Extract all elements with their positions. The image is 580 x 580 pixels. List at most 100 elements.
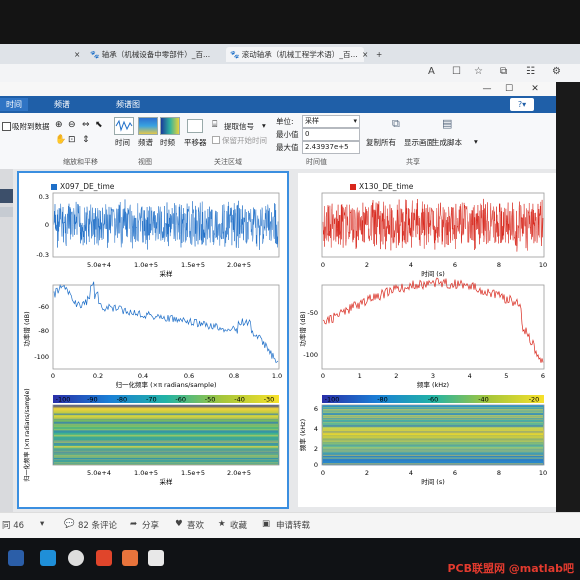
article-action-bar: 同 46 ▾ 💬 82 条评论 ➦ 分享 ♥ 喜欢 ★ 收藏 ▣ 申请转载 [0, 512, 580, 539]
tab-time[interactable]: 时间 [0, 98, 28, 111]
right-spectrogram-xticks: 0 2 4 6 8 10 [321, 469, 547, 477]
right-spectrogram-texture [323, 406, 543, 466]
script-icon[interactable]: ▤ [442, 117, 452, 130]
browser-tab-rolling-bearing[interactable]: 🐾 滚动轴承（机械工程学术语）_百... [226, 47, 364, 62]
max-value-field[interactable]: 2.43937e+5 [302, 141, 360, 154]
spectrogram-band [323, 411, 543, 414]
copy-all-button[interactable]: 复制所有 [366, 137, 396, 148]
xtick: 6 [541, 372, 545, 380]
spectrum-view-icon[interactable] [138, 117, 158, 135]
xtick: 2 [394, 372, 398, 380]
xtick: 4 [468, 372, 472, 380]
chart-app-icon[interactable] [148, 550, 164, 566]
share-button[interactable]: 分享 [142, 519, 159, 531]
close-button[interactable]: ✕ [526, 82, 544, 96]
browser-tab-bearing[interactable]: 🐾 轴承（机械设备中零部件）_百... [86, 47, 224, 62]
spectrogram-band [323, 463, 543, 465]
reprint-icon: ▣ [262, 519, 271, 529]
extensions-icon[interactable]: ⚙ [552, 66, 561, 77]
tab-spectrum[interactable]: 频谱 [48, 98, 76, 111]
colorbar-tick: -90 [87, 396, 98, 404]
colorbar-tick: -80 [117, 396, 128, 404]
spectrogram-band [323, 406, 543, 408]
xtick: 0 [321, 469, 325, 477]
star-icon: ★ [218, 519, 226, 529]
help-icon[interactable]: ?▾ [510, 98, 534, 111]
min-value-field[interactable]: 0 [302, 128, 360, 141]
signal-row[interactable] [0, 207, 13, 217]
snap-checkbox[interactable] [2, 122, 11, 131]
tab-close-prev[interactable]: × [70, 47, 84, 62]
colorbar-tick: -30 [264, 396, 275, 404]
colorbar-tick: -40 [234, 396, 245, 404]
read-aloud-icon[interactable]: A [428, 66, 435, 77]
spectrogram-band [323, 451, 543, 453]
display-grid-button[interactable]: 显示画面 [404, 137, 434, 148]
ytick: 6 [314, 405, 318, 413]
favorite-icon[interactable]: ☆ [474, 66, 483, 77]
zoom-out-icon[interactable]: ⊖ [68, 120, 76, 130]
mail-icon[interactable] [40, 550, 56, 566]
display-left[interactable]: X097_DE_time 0.3 0 -0.3 5.0e+4 1.0e+5 1.… [17, 171, 289, 509]
tab-close-icon[interactable]: × [358, 47, 372, 62]
spectrogram-band [54, 454, 278, 456]
tab-spectrogram[interactable]: 频谱图 [110, 98, 146, 111]
zoom-y-icon[interactable]: ⇕ [82, 135, 90, 145]
heart-icon: ♥ [175, 519, 183, 529]
collections-icon[interactable]: ☷ [526, 66, 535, 77]
like-button[interactable]: 喜欢 [187, 519, 204, 531]
spectrogram-band [323, 431, 543, 433]
zoom-in-icon[interactable]: ⊕ [55, 120, 63, 130]
xtick: 6 [453, 469, 457, 477]
taskbar-app-icon[interactable] [8, 550, 24, 566]
ytick: -80 [38, 327, 49, 335]
display-right[interactable]: X130_DE_time 0 2 4 6 8 10 时间 (s) -50 -100 012… [298, 173, 556, 507]
maximize-button[interactable]: ☐ [500, 82, 518, 96]
panner-icon[interactable] [187, 119, 203, 133]
xtick: 0 [321, 261, 325, 269]
copy-icon[interactable]: ⧉ [392, 117, 400, 131]
comments-button[interactable]: 82 条评论 [78, 519, 117, 531]
browser-tab-label: 滚动轴承（机械工程学术语）_百... [241, 50, 358, 59]
xtick: 1.0e+5 [134, 469, 158, 477]
dell-icon[interactable] [68, 550, 84, 566]
spectrogram-band [323, 427, 543, 430]
ytick: 0.3 [39, 193, 49, 201]
matlab-icon[interactable] [122, 550, 138, 566]
extract-signal-button[interactable]: 提取信号 [224, 121, 254, 132]
likes-count[interactable]: 同 46 [2, 519, 24, 531]
collect-button[interactable]: 收藏 [230, 519, 247, 531]
max-label: 最大值 [276, 143, 299, 152]
reprint-button[interactable]: 申请转载 [276, 519, 310, 531]
ytick: -100 [34, 353, 49, 361]
xtick: 1.5e+5 [181, 261, 205, 269]
spectrogram-view-icon[interactable] [160, 117, 180, 135]
minimize-button[interactable]: — [478, 82, 496, 96]
xtick: 0 [321, 372, 325, 380]
left-spectrum-axes[interactable] [52, 284, 280, 370]
roi-icon[interactable]: ⌸ [212, 120, 217, 130]
wps-icon[interactable] [96, 550, 112, 566]
pan-icon[interactable]: ✋ [55, 135, 66, 145]
zoom-box-icon[interactable]: ⊡ [68, 135, 76, 145]
left-spectrogram-texture [54, 413, 278, 465]
signal-row-selected[interactable] [0, 189, 13, 203]
immersive-icon[interactable]: ☐ [452, 66, 461, 77]
cursor-icon[interactable]: ⬉ [95, 120, 103, 130]
spectrogram-band [323, 413, 543, 416]
right-time-xticks: 0 2 4 6 8 10 [321, 261, 547, 269]
comment-icon: 💬 [64, 519, 75, 529]
gen-script-button[interactable]: 生成脚本 [432, 137, 462, 148]
ytick: 0 [314, 461, 318, 469]
dropdown-arrow-icon[interactable]: ▾ [474, 137, 478, 146]
units-select[interactable]: 采样 ▾ [302, 115, 360, 128]
zoom-x-icon[interactable]: ⇔ [82, 120, 90, 130]
spectrogram-band [323, 435, 543, 437]
dropdown-arrow-icon[interactable]: ▾ [262, 121, 266, 130]
split-icon[interactable]: ⧉ [500, 66, 507, 77]
time-view-icon[interactable] [114, 117, 134, 135]
xtick: 1.0e+5 [134, 261, 158, 269]
new-tab-button[interactable]: + [372, 47, 386, 62]
keep-cursors-checkbox[interactable] [212, 136, 220, 144]
chevron-down-icon[interactable]: ▾ [40, 519, 44, 529]
